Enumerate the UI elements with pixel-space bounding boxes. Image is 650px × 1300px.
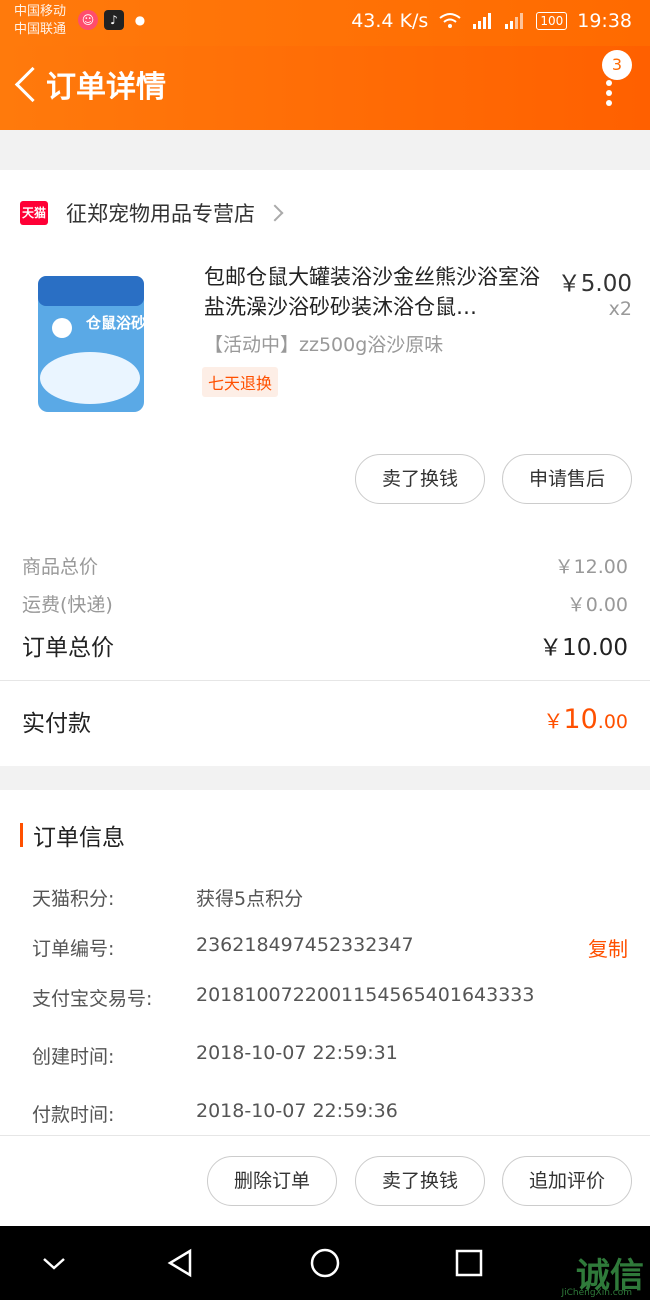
bottom-divider xyxy=(0,1135,650,1136)
tiktok-icon: ♪ xyxy=(104,10,124,30)
product-title[interactable]: 包邮仓鼠大罐装浴沙金丝熊沙浴室浴盐洗澡沙浴砂砂装沐浴仓鼠… xyxy=(204,262,554,322)
alipay-number-value: 2018100722001154565401643333 xyxy=(196,984,535,1006)
product-quantity: x2 xyxy=(608,298,632,320)
created-time-value: 2018-10-07 22:59:31 xyxy=(196,1042,398,1064)
copy-order-number-button[interactable]: 复制 xyxy=(588,933,628,962)
carrier-2: 中国联通 xyxy=(14,22,67,37)
store-link[interactable]: 天猫 征郑宠物用品专营店 xyxy=(20,198,284,228)
shipping-label: 运费(快递) xyxy=(22,594,113,616)
paid-row: 实付款 ￥10.00 xyxy=(22,704,628,738)
watermark-url: JiChengXin.com xyxy=(561,1288,632,1298)
more-menu-icon[interactable] xyxy=(606,76,616,110)
order-info-title: 订单信息 xyxy=(33,825,125,851)
recents-square-icon[interactable] xyxy=(454,1248,484,1278)
paid-time-value: 2018-10-07 22:59:36 xyxy=(196,1100,398,1122)
carrier-info: 中国移动 中国联通 xyxy=(14,3,66,39)
back-triangle-icon[interactable] xyxy=(166,1248,196,1278)
divider xyxy=(0,680,650,681)
order-item-card: 天猫 征郑宠物用品专营店 仓鼠浴砂 包邮仓鼠大罐装浴沙金丝熊沙浴室浴盐洗澡沙浴砂… xyxy=(0,170,650,766)
chevron-down-icon[interactable] xyxy=(40,1252,68,1274)
alipay-number-label: 支付宝交易号: xyxy=(32,988,153,1010)
home-circle-icon[interactable] xyxy=(309,1247,341,1279)
back-icon[interactable] xyxy=(14,66,51,103)
page-title: 订单详情 xyxy=(46,70,166,105)
goods-total-value: ￥12.00 xyxy=(554,556,628,578)
network-speed: 43.4 K/s xyxy=(351,10,429,32)
qq-icon: ● xyxy=(134,13,146,27)
order-info-card: 订单信息 天猫积分: 获得5点积分 订单编号: 2362184974523323… xyxy=(0,790,650,1226)
goods-total-label: 商品总价 xyxy=(22,556,99,578)
product-thumbnail[interactable]: 仓鼠浴砂 xyxy=(20,266,170,416)
signal-icon-2 xyxy=(505,13,524,29)
order-number-label: 订单编号: xyxy=(32,938,115,960)
add-review-button[interactable]: 追加评价 xyxy=(502,1156,632,1206)
package-text: 仓鼠浴砂 xyxy=(85,314,146,332)
order-total-label: 订单总价 xyxy=(22,635,114,661)
delete-order-button[interactable]: 删除订单 xyxy=(207,1156,337,1206)
paid-label: 实付款 xyxy=(22,711,91,737)
app-notification-icon: ☺ xyxy=(78,10,98,30)
system-nav-bar: 诚信 JiChengXin.com xyxy=(0,1226,650,1300)
paid-amount: ￥10.00 xyxy=(543,704,628,738)
after-sale-button[interactable]: 申请售后 xyxy=(502,454,632,504)
goods-total-row: 商品总价 ￥12.00 xyxy=(22,552,628,579)
shipping-value: ￥0.00 xyxy=(566,594,628,616)
sell-for-cash-button-bottom[interactable]: 卖了换钱 xyxy=(355,1156,485,1206)
battery-icon: 100 xyxy=(536,12,568,30)
points-value: 获得5点积分 xyxy=(196,888,304,910)
clock: 19:38 xyxy=(577,10,632,32)
product-sku: 【活动中】zz500g浴沙原味 xyxy=(204,334,444,356)
order-total-value: ￥10.00 xyxy=(539,635,628,661)
sell-for-cash-button[interactable]: 卖了换钱 xyxy=(355,454,485,504)
created-time-label: 创建时间: xyxy=(32,1046,115,1068)
tmall-logo: 天猫 xyxy=(20,201,48,225)
shipping-row: 运费(快递) ￥0.00 xyxy=(22,590,628,617)
section-accent-bar xyxy=(20,823,23,847)
points-label: 天猫积分: xyxy=(32,888,115,910)
wifi-icon xyxy=(439,13,461,28)
status-bar: 中国移动 中国联通 ☺ ♪ ● 43.4 K/s 100 19:38 xyxy=(0,0,650,46)
paid-decimal: .00 xyxy=(597,711,628,733)
app-header: 订单详情 3 xyxy=(0,46,650,130)
order-total-row: 订单总价 ￥10.00 xyxy=(22,628,628,662)
product-price: ￥5.00 xyxy=(557,271,632,297)
paid-time-label: 付款时间: xyxy=(32,1104,115,1126)
chevron-right-icon xyxy=(266,204,284,222)
order-number-value: 236218497452332347 xyxy=(196,934,414,956)
paid-integer: 10 xyxy=(563,704,598,735)
order-info-header: 订单信息 xyxy=(20,818,125,852)
return-policy-tag: 七天退换 xyxy=(202,367,279,397)
status-right: 43.4 K/s 100 19:38 xyxy=(351,10,632,32)
signal-icon-1 xyxy=(473,13,492,29)
notification-icons: ☺ ♪ ● xyxy=(78,10,150,30)
paid-currency: ￥ xyxy=(543,709,564,733)
store-name: 征郑宠物用品专营店 xyxy=(66,202,255,226)
carrier-1: 中国移动 xyxy=(14,4,67,19)
